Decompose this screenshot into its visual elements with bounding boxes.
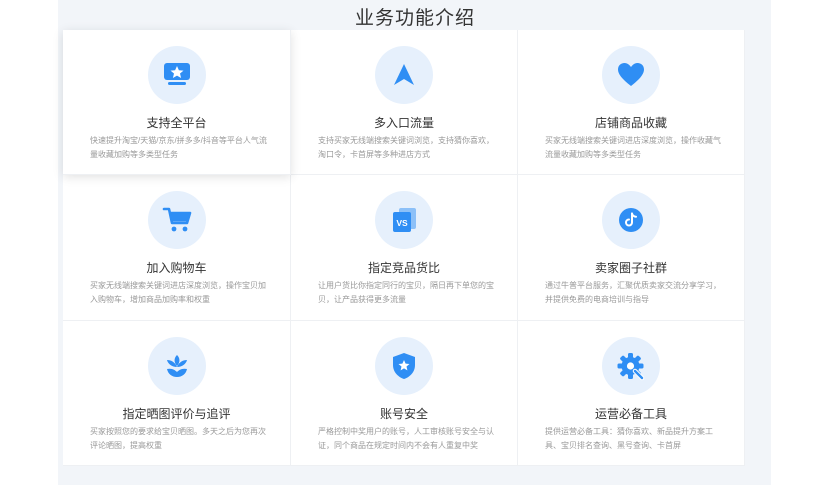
gear-wrench-icon — [602, 337, 660, 395]
feature-card-shop-favorites[interactable]: 店铺商品收藏 买家无线端搜索关键词进店深度浏览，操作收藏气流量收藏加购等多类型任… — [518, 30, 745, 175]
page: 业务功能介绍 支持全平台 快速提升淘宝/天猫/京东/拼多多/抖音等平台人气流量收… — [0, 0, 830, 485]
feature-card-multi-entry-traffic[interactable]: 多入口流量 支持买家无线端搜索关键词浏览，支持猜你喜欢，淘口令，卡首屏等多种进店… — [291, 30, 518, 175]
feature-card-seller-community[interactable]: 卖家圈子社群 通过牛普平台服务，汇聚优质卖家交流分享学习，并提供免费的电商培训与… — [518, 175, 745, 321]
feature-card-account-security[interactable]: 账号安全 严格控制中奖用户的账号，人工审核账号安全与认证，同个商品在规定时间内不… — [291, 321, 518, 466]
feature-title: 运营必备工具 — [594, 407, 667, 421]
feature-title: 指定晒图评价与追评 — [122, 407, 231, 421]
heart-icon — [602, 46, 660, 104]
feature-description: 买家按照您的要求给宝贝晒图。多天之后为您再次评论晒图，提高权重 — [90, 427, 266, 450]
feature-description: 买家无线端搜索关键词进店深度浏览，操作收藏气流量收藏加购等多类型任务 — [545, 136, 721, 159]
feature-title: 指定竞品货比 — [367, 261, 440, 275]
star-screen-icon — [147, 46, 206, 104]
feature-title: 卖家圈子社群 — [594, 261, 667, 275]
feature-card-operation-tools[interactable]: 运营必备工具 提供运营必备工具：猜你喜欢、新品提升方案工具、宝贝排名查询、黑号查… — [518, 321, 745, 466]
feature-description: 买家无线端搜索关键词进店深度浏览，操作宝贝加入购物车，增加商品加购率和权重 — [90, 281, 266, 304]
section-title: 业务功能介绍 — [354, 8, 475, 29]
svg-text:VS: VS — [396, 218, 408, 228]
feature-card-photo-review[interactable]: 指定晒图评价与追评 买家按照您的要求给宝贝晒图。多天之后为您再次评论晒图，提高权… — [63, 321, 291, 466]
feature-card-all-platforms[interactable]: 支持全平台 快速提升淘宝/天猫/京东/拼多多/抖音等平台人气流量收藏加购等多类型… — [63, 30, 291, 175]
feature-title: 店铺商品收藏 — [594, 116, 667, 130]
feature-description: 支持买家无线端搜索关键词浏览，支持猜你喜欢，淘口令，卡首屏等多种进店方式 — [318, 136, 494, 159]
feature-grid: 支持全平台 快速提升淘宝/天猫/京东/拼多多/抖音等平台人气流量收藏加购等多类型… — [63, 30, 745, 466]
feature-description: 提供运营必备工具：猜你喜欢、新品提升方案工具、宝贝排名查询、黑号查询、卡首屏 — [545, 427, 713, 450]
tiktok-icon — [602, 191, 660, 249]
feature-description: 通过牛普平台服务，汇聚优质卖家交流分享学习，并提供免费的电商培训与指导 — [545, 281, 721, 304]
shopping-cart-icon — [147, 191, 206, 249]
navigation-arrow-icon — [375, 46, 433, 104]
feature-title: 账号安全 — [379, 407, 428, 421]
feature-title: 加入购物车 — [146, 261, 207, 275]
flower-icon — [147, 337, 206, 395]
feature-description: 快速提升淘宝/天猫/京东/拼多多/抖音等平台人气流量收藏加购等多类型任务 — [90, 136, 267, 159]
feature-title: 支持全平台 — [146, 116, 207, 130]
feature-description: 严格控制中奖用户的账号，人工审核账号安全与认证，同个商品在规定时间内不会有人重复… — [318, 427, 494, 450]
feature-card-competitor-compare[interactable]: VS 指定竞品货比 让用户货比你指定同行的宝贝，隔日再下单您的宝贝，让产品获得更… — [291, 175, 518, 321]
feature-card-add-to-cart[interactable]: 加入购物车 买家无线端搜索关键词进店深度浏览，操作宝贝加入购物车，增加商品加购率… — [63, 175, 291, 321]
feature-title: 多入口流量 — [373, 116, 434, 130]
feature-description: 让用户货比你指定同行的宝贝，隔日再下单您的宝贝，让产品获得更多流量 — [318, 281, 494, 304]
shield-star-icon — [375, 337, 433, 395]
vs-compare-icon: VS — [375, 191, 433, 249]
